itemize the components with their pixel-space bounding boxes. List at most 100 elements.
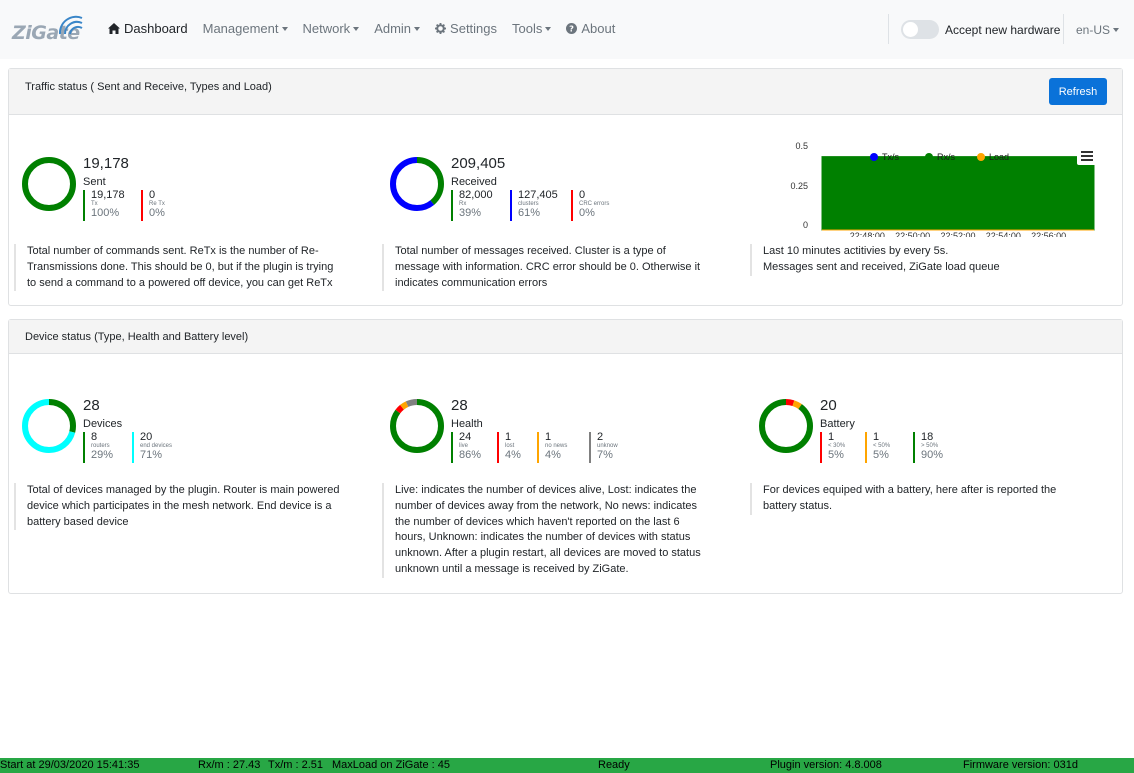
y-tick-label: 0 — [803, 220, 808, 230]
nav-divider — [1063, 14, 1064, 44]
battery-low-percent: 5% — [828, 449, 844, 461]
no-news-value: 1 — [545, 431, 552, 443]
nav-admin[interactable]: Admin — [374, 21, 421, 36]
live-stat: 24 live 86% — [451, 432, 481, 463]
gear-icon — [435, 23, 447, 34]
battery-mid-value: 1 — [873, 431, 880, 443]
live-percent: 86% — [459, 449, 482, 461]
routers-value: 8 — [91, 431, 98, 443]
sent-label: Sent — [83, 176, 106, 188]
x-tick-label: 22:56:00 — [1031, 231, 1066, 237]
donut-slice--50- — [759, 399, 813, 453]
health-description: Live: indicates the number of devices al… — [382, 483, 712, 578]
x-tick-label: 22:50:00 — [895, 231, 930, 237]
x-tick-label: 22:48:00 — [850, 231, 885, 237]
received-description: Total number of messages received. Clust… — [382, 244, 712, 292]
device-card-title: Device status (Type, Health and Battery … — [25, 331, 249, 343]
end-devices-stat: 20 end devices 71% — [132, 432, 172, 463]
devices-label: Devices — [83, 418, 123, 430]
chart-description-line2: Messages sent and received, ZiGate load … — [763, 260, 1000, 273]
crc-stat: 0 CRC errors 0% — [571, 190, 609, 221]
devices-stat: 28 Devices 8 routers 29% 20 end devices … — [20, 397, 320, 467]
nav-network-label: Network — [302, 21, 351, 36]
nav-management-label: Management — [202, 21, 279, 36]
lost-stat: 1 lost 4% — [497, 432, 521, 463]
nav-tools[interactable]: Tools — [512, 21, 552, 36]
health-donut-chart — [390, 399, 444, 453]
nav-settings-label: Settings — [450, 21, 498, 36]
rx-percent: 39% — [459, 207, 482, 219]
no-news-stat: 1 no news 4% — [537, 432, 567, 463]
main-nav: Dashboard Management Network Admin Setti… — [108, 21, 630, 36]
received-label: Received — [451, 176, 497, 188]
unknown-stat: 2 unknow 7% — [589, 432, 618, 463]
legend-label[interactable]: Rx/s — [937, 152, 956, 162]
x-tick-label: 22:52:00 — [940, 231, 975, 237]
nav-about[interactable]: ? About — [566, 21, 615, 36]
sent-donut-chart — [22, 157, 76, 211]
legend-label[interactable]: Load — [989, 152, 1009, 162]
tx-value: 19,178 — [91, 189, 125, 201]
zigate-logo[interactable]: ZiGate — [12, 14, 84, 44]
footer-maxload: MaxLoad on ZiGate : 45 — [332, 759, 451, 771]
footer-tx-rate: Tx/m : 2.51 — [268, 759, 324, 771]
question-circle-icon: ? — [566, 23, 578, 34]
clusters-stat: 127,405 clusters 61% — [510, 190, 558, 221]
status-footer: Start at 29/03/2020 15:41:35 Rx/m : 27.4… — [0, 758, 1134, 773]
sent-total: 19,178 — [83, 155, 129, 172]
sent-description: Total number of commands sent. ReTx is t… — [14, 244, 344, 292]
nav-admin-label: Admin — [374, 21, 412, 36]
caret-down-icon — [545, 26, 552, 31]
lost-value: 1 — [505, 431, 512, 443]
health-label: Health — [451, 418, 483, 430]
live-value: 24 — [459, 431, 472, 443]
caret-down-icon — [281, 26, 288, 31]
device-status-card: Device status (Type, Health and Battery … — [8, 319, 1123, 594]
nav-dashboard[interactable]: Dashboard — [108, 21, 188, 36]
nav-settings[interactable]: Settings — [435, 21, 497, 36]
footer-status: Ready — [598, 759, 630, 771]
footer-firmware-version: Firmware version: 031d — [963, 759, 1078, 771]
battery-stat: 20 Battery 1 < 30% 5% 1 < 50% 5% 18 > 50… — [757, 397, 1057, 467]
rx-stat: 82,000 Rx 39% — [451, 190, 493, 221]
x-tick-label: 22:54:00 — [986, 231, 1021, 237]
language-label: en-US — [1076, 23, 1111, 37]
traffic-card-title: Traffic status ( Sent and Receive, Types… — [25, 81, 272, 93]
legend-marker — [870, 153, 878, 161]
home-icon — [108, 23, 120, 34]
nav-network[interactable]: Network — [303, 21, 360, 36]
footer-start-time: Start at 29/03/2020 15:41:35 — [0, 759, 140, 771]
toggle-knob — [903, 22, 918, 37]
nav-management[interactable]: Management — [203, 21, 288, 36]
retx-value: 0 — [149, 189, 156, 201]
accept-hardware-toggle[interactable] — [901, 20, 939, 39]
tx-percent: 100% — [91, 207, 120, 219]
legend-label[interactable]: Tx/s — [882, 152, 899, 162]
legend-marker — [977, 153, 985, 161]
traffic-status-card: Traffic status ( Sent and Receive, Types… — [8, 68, 1123, 306]
battery-high-percent: 90% — [921, 449, 944, 461]
chart-menu-icon[interactable] — [1077, 148, 1097, 165]
received-total: 209,405 — [451, 155, 506, 172]
wireless-arc-icon — [58, 15, 83, 35]
svg-text:?: ? — [569, 24, 574, 34]
battery-high-stat: 18 > 50% 90% — [913, 432, 943, 463]
refresh-button[interactable]: Refresh — [1049, 78, 1107, 105]
health-total: 28 — [451, 397, 468, 414]
traffic-area-chart: 0.5 0.25 0 Tx/s Rx/s Load 22:48:00 22:50:00 22:5… — [790, 141, 1097, 237]
crc-percent: 0% — [579, 207, 595, 219]
device-card-header: Device status (Type, Health and Battery … — [9, 320, 1122, 354]
received-donut-chart — [390, 157, 444, 211]
end-devices-percent: 71% — [140, 449, 163, 461]
area-series-rx-s — [821, 156, 1095, 231]
health-stat: 28 Health 24 live 86% 1 lost 4% 1 no new… — [388, 397, 688, 467]
battery-total: 20 — [820, 397, 837, 414]
clusters-percent: 61% — [518, 207, 541, 219]
sent-stat: 19,178 Sent 19,178 Tx 100% 0 Re Tx 0% — [20, 155, 320, 225]
caret-down-icon — [353, 26, 360, 31]
footer-plugin-version: Plugin version: 4.8.008 — [770, 759, 882, 771]
retx-percent: 0% — [149, 207, 165, 219]
language-dropdown[interactable]: en-US — [1076, 23, 1120, 37]
no-news-percent: 4% — [545, 449, 561, 461]
routers-stat: 8 routers 29% — [83, 432, 113, 463]
